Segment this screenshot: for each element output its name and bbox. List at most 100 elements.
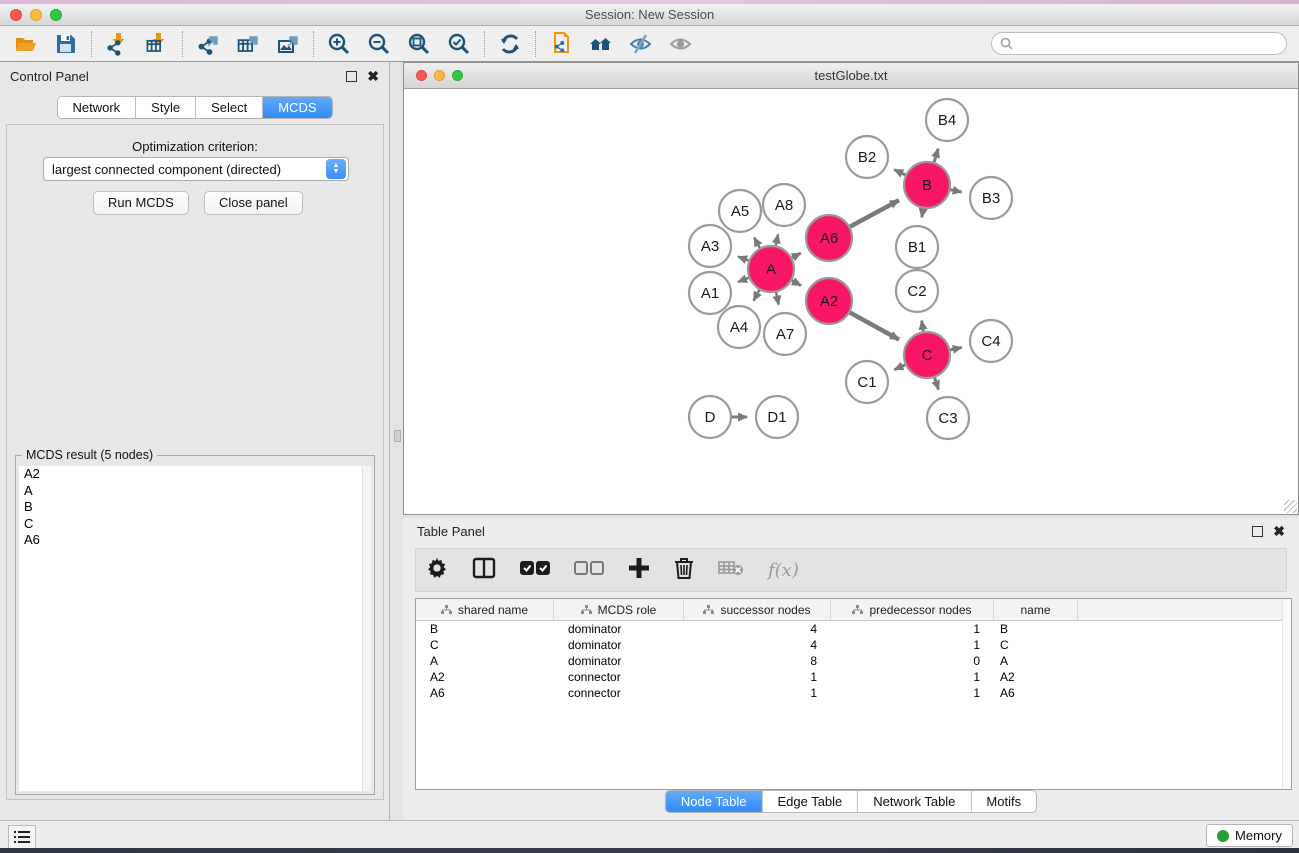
node-C[interactable]: C	[904, 332, 950, 378]
run-mcds-button[interactable]: Run MCDS	[93, 191, 189, 215]
mcds-result-item[interactable]: B	[19, 499, 371, 516]
tab-motifs[interactable]: Motifs	[971, 791, 1036, 812]
tab-edge-table[interactable]: Edge Table	[762, 791, 858, 812]
column-header-predecessor-nodes[interactable]: predecessor nodes	[831, 599, 994, 620]
edge-C-C3[interactable]	[934, 377, 938, 390]
node-A6[interactable]: A6	[806, 215, 852, 261]
mcds-result-item[interactable]: A2	[19, 466, 371, 483]
houses-button[interactable]	[581, 28, 621, 60]
edge-B-B2[interactable]	[894, 170, 906, 176]
edge-A-A2[interactable]	[791, 280, 801, 285]
close-table-panel-icon[interactable]: ✖	[1273, 526, 1285, 537]
edge-A-A8[interactable]	[776, 234, 778, 246]
node-C2[interactable]: C2	[896, 270, 938, 312]
gear-button[interactable]	[426, 557, 448, 584]
export-image-button[interactable]	[268, 28, 308, 60]
eye-button[interactable]	[661, 28, 701, 60]
node-B2[interactable]: B2	[846, 136, 888, 178]
optimization-criterion-select[interactable]: largest connected component (directed) ▲…	[43, 157, 349, 181]
edge-A-A1[interactable]	[738, 277, 750, 282]
edge-A-A3[interactable]	[738, 257, 749, 261]
node-A[interactable]: A	[748, 246, 794, 292]
edge-B-B4[interactable]	[934, 149, 938, 163]
node-A5[interactable]: A5	[719, 190, 761, 232]
node-B1[interactable]: B1	[896, 226, 938, 268]
edge-A-A4[interactable]	[753, 289, 759, 301]
edge-C-C4[interactable]	[949, 347, 961, 350]
edge-C-C1[interactable]	[894, 364, 906, 369]
node-D[interactable]: D	[689, 396, 731, 438]
float-panel-icon[interactable]	[346, 71, 357, 82]
search-field[interactable]	[991, 32, 1287, 55]
zoom-out-button[interactable]	[359, 28, 399, 60]
node-B3[interactable]: B3	[970, 177, 1012, 219]
tab-node-table[interactable]: Node Table	[666, 791, 763, 812]
node-A2[interactable]: A2	[806, 278, 852, 324]
column-header-name[interactable]: name	[994, 599, 1078, 620]
maximize-window-button[interactable]	[50, 9, 62, 21]
splitter-handle[interactable]	[394, 430, 401, 442]
minimize-network-button[interactable]	[434, 70, 445, 81]
node-C3[interactable]: C3	[927, 397, 969, 439]
refresh-button[interactable]	[490, 28, 530, 60]
close-panel-icon[interactable]: ✖	[367, 71, 379, 82]
tab-select[interactable]: Select	[196, 97, 263, 118]
columns-button[interactable]	[472, 556, 496, 585]
node-A4[interactable]: A4	[718, 306, 760, 348]
node-B4[interactable]: B4	[926, 99, 968, 141]
column-header-successor-nodes[interactable]: successor nodes	[684, 599, 831, 620]
network-window-titlebar[interactable]: testGlobe.txt	[404, 63, 1298, 89]
edge-C-C2[interactable]	[922, 321, 924, 333]
open-session-button[interactable]	[6, 28, 46, 60]
save-session-button[interactable]	[46, 28, 86, 60]
network-graph-canvas[interactable]: B4B2BB3A8A5A6A3B1AC2A1A2A4A7C4CC1DD1C3	[404, 89, 1298, 514]
node-A8[interactable]: A8	[763, 184, 805, 226]
node-A3[interactable]: A3	[689, 225, 731, 267]
table-row[interactable]: A6connector11A6	[416, 685, 1291, 701]
float-table-panel-icon[interactable]	[1252, 526, 1263, 537]
tab-network[interactable]: Network	[57, 97, 136, 118]
zoom-selected-button[interactable]	[439, 28, 479, 60]
edge-B-B1[interactable]	[922, 208, 924, 218]
tab-mcds[interactable]: MCDS	[263, 97, 331, 118]
table-scrollbar[interactable]	[1282, 599, 1291, 789]
close-window-button[interactable]	[10, 9, 22, 21]
zoom-fit-button[interactable]	[399, 28, 439, 60]
checkboxes-checked-button[interactable]	[520, 561, 550, 580]
close-network-button[interactable]	[416, 70, 427, 81]
edge-B-B3[interactable]	[950, 190, 962, 192]
column-header-shared-name[interactable]: shared name	[416, 599, 554, 620]
edge-A6-B[interactable]	[849, 200, 899, 227]
zoom-in-button[interactable]	[319, 28, 359, 60]
list-scrollbar[interactable]	[362, 466, 371, 791]
task-history-button[interactable]	[8, 825, 36, 849]
search-input[interactable]	[1018, 37, 1278, 51]
tab-style[interactable]: Style	[136, 97, 196, 118]
column-header-MCDS-role[interactable]: MCDS role	[554, 599, 684, 620]
node-C1[interactable]: C1	[846, 361, 888, 403]
table-row[interactable]: Adominator80A	[416, 653, 1291, 669]
mcds-result-item[interactable]: A	[19, 483, 371, 500]
memory-button[interactable]: Memory	[1206, 824, 1293, 847]
plus-button[interactable]	[628, 557, 650, 584]
edge-A-A6[interactable]	[791, 253, 800, 258]
node-D1[interactable]: D1	[756, 396, 798, 438]
maximize-network-button[interactable]	[452, 70, 463, 81]
mcds-result-item[interactable]: A6	[19, 532, 371, 549]
checkboxes-unchecked-button[interactable]	[574, 561, 604, 580]
mcds-result-list[interactable]: A2ABCA6	[19, 466, 371, 791]
table-row[interactable]: Cdominator41C	[416, 637, 1291, 653]
node-A7[interactable]: A7	[764, 313, 806, 355]
tab-network-table[interactable]: Network Table	[858, 791, 971, 812]
export-table-button[interactable]	[228, 28, 268, 60]
trash-button[interactable]	[674, 557, 694, 584]
table-row[interactable]: A2connector11A2	[416, 669, 1291, 685]
edge-A-A7[interactable]	[776, 291, 779, 304]
import-table-button[interactable]	[137, 28, 177, 60]
node-B[interactable]: B	[904, 162, 950, 208]
minimize-window-button[interactable]	[30, 9, 42, 21]
export-network-button[interactable]	[188, 28, 228, 60]
import-network-button[interactable]	[97, 28, 137, 60]
mcds-result-item[interactable]: C	[19, 516, 371, 533]
network-document-button[interactable]	[541, 28, 581, 60]
